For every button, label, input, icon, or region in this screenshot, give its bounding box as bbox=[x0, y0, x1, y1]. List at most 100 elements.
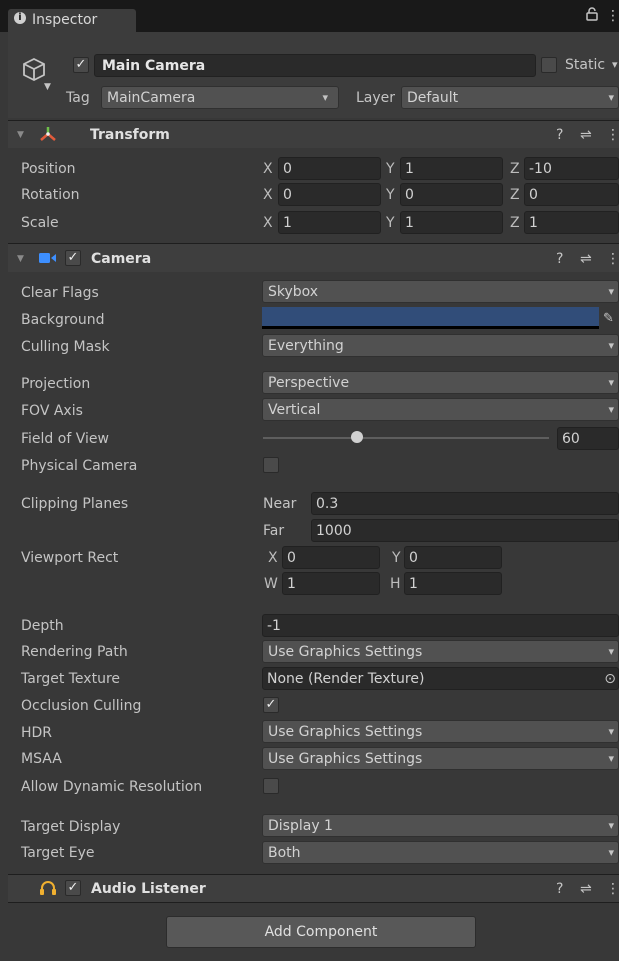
far-label[interactable]: Far bbox=[263, 522, 284, 540]
far-field[interactable]: 1000 bbox=[311, 519, 619, 542]
position-y-field[interactable]: 1 bbox=[400, 157, 503, 180]
viewport-w-label[interactable]: W bbox=[264, 575, 278, 593]
clear-flags-dropdown[interactable]: Skybox ▾ bbox=[262, 280, 619, 303]
viewport-h-field[interactable]: 1 bbox=[404, 572, 502, 595]
fov-slider-thumb[interactable] bbox=[351, 431, 364, 443]
physical-camera-checkbox[interactable] bbox=[263, 457, 279, 473]
static-label[interactable]: Static bbox=[565, 56, 605, 74]
projection-value: Perspective bbox=[268, 375, 350, 391]
near-field[interactable]: 0.3 bbox=[311, 492, 619, 515]
allow-dynamic-resolution-checkbox[interactable] bbox=[263, 778, 279, 794]
fov-axis-dropdown[interactable]: Vertical ▾ bbox=[262, 398, 619, 421]
component-menu-icon[interactable]: ⋮ bbox=[606, 880, 619, 898]
rotation-z-label[interactable]: Z bbox=[510, 186, 520, 204]
rotation-z-field[interactable]: 0 bbox=[524, 183, 619, 206]
help-icon[interactable]: ? bbox=[556, 126, 563, 144]
presets-icon[interactable]: ⇌ bbox=[580, 880, 592, 898]
static-dropdown-arrow[interactable]: ▾ bbox=[612, 56, 618, 74]
eyedropper-icon[interactable]: ✎ bbox=[603, 310, 614, 328]
scale-z-field[interactable]: 1 bbox=[524, 211, 619, 234]
msaa-dropdown[interactable]: Use Graphics Settings ▾ bbox=[262, 747, 619, 770]
help-icon[interactable]: ? bbox=[556, 250, 563, 268]
layer-dropdown[interactable]: Default ▾ bbox=[401, 86, 619, 109]
foldout-arrow-icon[interactable]: ▼ bbox=[17, 250, 24, 268]
field-of-view-field[interactable]: 60 bbox=[557, 427, 619, 450]
scale-x-field[interactable]: 1 bbox=[278, 211, 381, 234]
near-label[interactable]: Near bbox=[263, 495, 296, 513]
more-vertical-icon[interactable]: ⋮ bbox=[606, 7, 619, 25]
fov-slider-track[interactable] bbox=[263, 437, 549, 439]
scale-z-label[interactable]: Z bbox=[510, 214, 520, 232]
tag-dropdown[interactable]: MainCamera ▾ bbox=[101, 86, 339, 109]
scale-y-label[interactable]: Y bbox=[386, 214, 395, 232]
tag-label: Tag bbox=[66, 90, 90, 106]
camera-enabled-checkbox[interactable]: ✓ bbox=[65, 250, 81, 266]
rotation-x-field[interactable]: 0 bbox=[278, 183, 381, 206]
hdr-value: Use Graphics Settings bbox=[268, 724, 423, 740]
rotation-label: Rotation bbox=[21, 187, 80, 203]
static-checkbox[interactable] bbox=[541, 57, 557, 73]
layer-label: Layer bbox=[356, 90, 396, 106]
viewport-x-field[interactable]: 0 bbox=[282, 546, 380, 569]
position-x-label[interactable]: X bbox=[263, 160, 273, 178]
target-display-dropdown[interactable]: Display 1 ▾ bbox=[262, 814, 619, 837]
add-component-button[interactable]: Add Component bbox=[166, 916, 476, 948]
rendering-path-dropdown[interactable]: Use Graphics Settings ▾ bbox=[262, 640, 619, 663]
lock-icon[interactable] bbox=[586, 7, 598, 21]
position-z-field[interactable]: -10 bbox=[524, 157, 619, 180]
fov-axis-value: Vertical bbox=[268, 402, 321, 418]
tag-value: MainCamera bbox=[107, 90, 196, 106]
field-of-view-value: 60 bbox=[562, 431, 580, 447]
camera-icon bbox=[39, 252, 57, 268]
viewport-y-value: 0 bbox=[409, 550, 418, 566]
rotation-x-label[interactable]: X bbox=[263, 186, 273, 204]
fov-axis-label: FOV Axis bbox=[21, 403, 83, 419]
foldout-arrow-icon[interactable]: ▼ bbox=[17, 126, 24, 144]
audio-listener-enabled-checkbox[interactable]: ✓ bbox=[65, 880, 81, 896]
target-texture-label: Target Texture bbox=[21, 671, 121, 687]
viewport-y-label[interactable]: Y bbox=[392, 549, 401, 567]
depth-field[interactable]: -1 bbox=[262, 614, 619, 637]
position-y-label[interactable]: Y bbox=[386, 160, 395, 178]
viewport-w-field[interactable]: 1 bbox=[282, 572, 380, 595]
audio-listener-title: Audio Listener bbox=[91, 881, 206, 897]
object-name-field[interactable]: Main Camera bbox=[94, 54, 536, 77]
scale-y-field[interactable]: 1 bbox=[400, 211, 503, 234]
scale-label: Scale bbox=[21, 215, 59, 231]
depth-value: -1 bbox=[267, 618, 281, 634]
depth-label: Depth bbox=[21, 618, 64, 634]
scale-x-label[interactable]: X bbox=[263, 214, 273, 232]
position-x-value: 0 bbox=[283, 161, 292, 177]
component-menu-icon[interactable]: ⋮ bbox=[606, 126, 619, 144]
object-active-checkbox[interactable]: ✓ bbox=[73, 57, 89, 73]
culling-mask-label: Culling Mask bbox=[21, 339, 110, 355]
viewport-y-field[interactable]: 0 bbox=[404, 546, 502, 569]
inspector-tab[interactable]: i Inspector bbox=[8, 9, 136, 32]
viewport-h-label[interactable]: H bbox=[390, 575, 401, 593]
rotation-y-field[interactable]: 0 bbox=[400, 183, 503, 206]
icon-dropdown-arrow[interactable]: ▼ bbox=[44, 78, 51, 96]
projection-label: Projection bbox=[21, 376, 91, 392]
far-value: 1000 bbox=[316, 523, 352, 539]
help-icon[interactable]: ? bbox=[556, 880, 563, 898]
component-menu-icon[interactable]: ⋮ bbox=[606, 250, 619, 268]
chevron-down-icon: ▾ bbox=[608, 339, 614, 352]
occlusion-culling-checkbox[interactable]: ✓ bbox=[263, 697, 279, 713]
projection-dropdown[interactable]: Perspective ▾ bbox=[262, 371, 619, 394]
presets-icon[interactable]: ⇌ bbox=[580, 250, 592, 268]
position-x-field[interactable]: 0 bbox=[278, 157, 381, 180]
target-eye-dropdown[interactable]: Both ▾ bbox=[262, 841, 619, 864]
position-z-label[interactable]: Z bbox=[510, 160, 520, 178]
rotation-y-label[interactable]: Y bbox=[386, 186, 395, 204]
object-picker-icon[interactable]: ⊙ bbox=[604, 670, 616, 688]
target-texture-field[interactable]: None (Render Texture) ⊙ bbox=[262, 667, 619, 690]
culling-mask-dropdown[interactable]: Everything ▾ bbox=[262, 334, 619, 357]
position-label: Position bbox=[21, 161, 76, 177]
presets-icon[interactable]: ⇌ bbox=[580, 126, 592, 144]
object-name: Main Camera bbox=[102, 58, 206, 74]
viewport-x-label[interactable]: X bbox=[268, 549, 278, 567]
background-color-field[interactable] bbox=[262, 307, 599, 329]
hdr-dropdown[interactable]: Use Graphics Settings ▾ bbox=[262, 720, 619, 743]
msaa-value: Use Graphics Settings bbox=[268, 751, 423, 767]
scale-y-value: 1 bbox=[405, 215, 414, 231]
